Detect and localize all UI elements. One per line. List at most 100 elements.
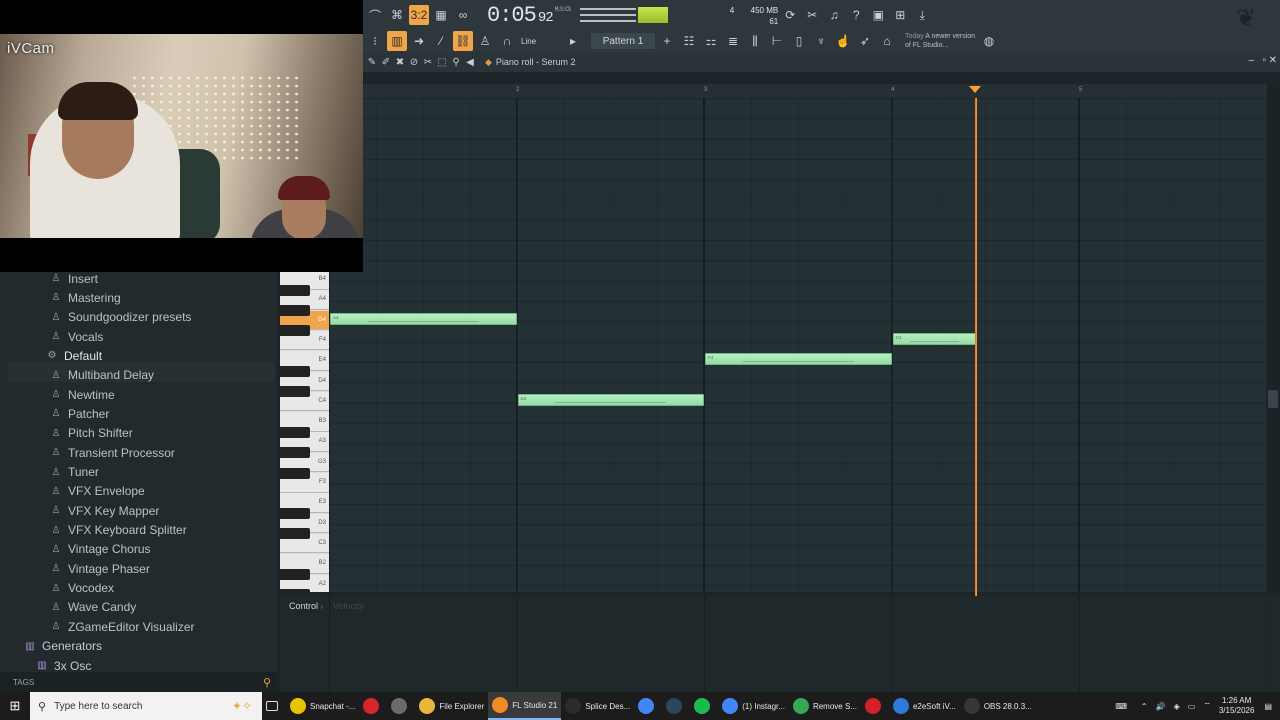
taskbar-app[interactable]: (1) Instagr... — [718, 692, 789, 720]
close-icon[interactable]: ✕ — [1269, 55, 1277, 66]
microphone-icon[interactable]: ♫ — [824, 5, 844, 25]
taskbar-app[interactable] — [359, 692, 387, 720]
windows-start-icon[interactable]: ⊞ — [0, 692, 30, 720]
refresh-icon[interactable]: ⟳ — [780, 5, 800, 25]
midi-note[interactable]: G4 — [892, 333, 976, 346]
browser-item[interactable]: ♙ Vocals — [50, 327, 104, 346]
vertical-scrollbar[interactable] — [1267, 84, 1280, 592]
piano-key-black[interactable] — [280, 305, 310, 317]
volume-icon[interactable]: 🔊 — [1156, 702, 1166, 711]
step-edit-icon[interactable]: ▦ — [431, 5, 451, 25]
snap-icon[interactable]: ∩ — [497, 31, 517, 51]
taskbar-app[interactable]: e2eSoft iV... — [889, 692, 960, 720]
piano-key-black[interactable] — [280, 366, 310, 377]
browser-item[interactable]: ♙ VFX Keyboard Splitter — [50, 521, 187, 540]
piano-key-black[interactable] — [280, 426, 310, 438]
plugin-icon[interactable]: ⊞ — [890, 5, 910, 25]
save-icon[interactable]: ▣ — [868, 5, 888, 25]
notifications-icon[interactable]: ▤ — [1264, 702, 1272, 711]
select-tool-icon[interactable]: ⬚ — [435, 57, 449, 68]
wait-input-icon[interactable]: ⌘ — [387, 5, 407, 25]
browser-tree-icon[interactable]: ⊢ — [767, 31, 787, 51]
piano-key-black[interactable] — [280, 447, 310, 459]
playback-tool-icon[interactable]: ◀ — [463, 57, 477, 68]
delete-tool-icon[interactable]: ✖ — [393, 57, 407, 68]
song-time-display[interactable]: 0:05 92M:S:CS — [487, 3, 571, 28]
mute-tool-icon[interactable]: ⊘ — [407, 57, 421, 68]
taskbar-app[interactable] — [861, 692, 889, 720]
taskbar-app[interactable] — [634, 692, 662, 720]
minimize-icon[interactable]: – — [1248, 55, 1254, 66]
metronome-icon[interactable]: ⌒ — [365, 5, 385, 25]
arrow-icon[interactable]: ➜ — [409, 31, 429, 51]
taskbar-app[interactable]: Snapchat -... — [286, 692, 359, 720]
taskbar-app[interactable]: File Explorer — [415, 692, 488, 720]
control-selector[interactable]: Control › Velocity — [289, 601, 364, 611]
browser-item[interactable]: ♙ Mastering — [50, 288, 121, 307]
browser-item[interactable]: ♙ Wave Candy — [50, 598, 137, 617]
browser-item[interactable]: ♙ VFX Envelope — [50, 482, 145, 501]
channel-rack-icon[interactable]: ⚏ — [701, 31, 721, 51]
browser-item[interactable]: ♙ Vintage Phaser — [50, 559, 150, 578]
browser-item[interactable]: ♙ Soundgoodizer presets — [50, 308, 192, 327]
task-view-icon[interactable] — [262, 692, 286, 720]
touch-icon[interactable]: ☝ — [833, 31, 853, 51]
zoom-tool-icon[interactable]: ⚲ — [449, 57, 463, 68]
piano-roll-icon[interactable]: ▥ — [387, 31, 407, 51]
taskbar-search[interactable]: ⚲ Type here to search ✦✧ — [30, 692, 262, 720]
browser-item[interactable]: ♙ Newtime — [50, 385, 115, 404]
slice-tool-icon[interactable]: ✂ — [421, 57, 435, 68]
taskbar-app[interactable] — [387, 692, 415, 720]
midi-note[interactable]: A4 — [330, 312, 517, 325]
piano-key-black[interactable] — [280, 467, 310, 479]
menu-icon[interactable]: ⁝ — [365, 31, 385, 51]
stamp-icon[interactable]: ♙ — [475, 31, 495, 51]
snap-mode-label[interactable]: Line — [521, 37, 561, 46]
timeline-ruler[interactable]: 2 3 4 5 — [363, 84, 1267, 98]
add-pattern-icon[interactable]: + — [657, 31, 677, 51]
taskbar-app[interactable] — [662, 692, 690, 720]
network-icon[interactable]: ◈ — [1174, 702, 1180, 711]
clock[interactable]: 1:26 AM 3/15/2026 — [1219, 696, 1255, 716]
mixer-faders-icon[interactable]: ⫼ — [745, 31, 765, 51]
news-panel[interactable]: Today A newer version of FL Studio... — [905, 32, 977, 50]
browser-item[interactable]: ♙ ZGameEditor Visualizer — [50, 617, 195, 636]
search-icon[interactable]: ⚲ — [263, 676, 271, 689]
playlist-icon[interactable]: ☷ — [679, 31, 699, 51]
browser-item[interactable]: ♙ Tuner — [50, 463, 99, 482]
pencil-tool-icon[interactable]: ✎ — [365, 57, 379, 68]
keyboard-icon[interactable]: ⌨ — [1115, 702, 1127, 711]
paint-tool-icon[interactable]: ✐ — [379, 57, 393, 68]
piano-key-black[interactable] — [280, 569, 310, 580]
mixer-icon[interactable]: ≣ — [723, 31, 743, 51]
plug-icon[interactable]: ♆ — [811, 31, 831, 51]
browser-item[interactable]: ♙ Pitch Shifter — [50, 424, 133, 443]
note-grid[interactable] — [329, 98, 1267, 592]
midi-note[interactable]: F4 — [705, 353, 892, 366]
piano-key-black[interactable] — [280, 386, 310, 398]
shop-icon[interactable]: ⌂ — [877, 31, 897, 51]
piano-key-black[interactable] — [280, 528, 310, 540]
browser-item[interactable]: ♙ Transient Processor — [50, 443, 175, 462]
browser-item[interactable]: ♙ Multiband Delay — [50, 366, 155, 385]
taskbar-app[interactable] — [690, 692, 718, 720]
browser-item[interactable]: ♙ Vintage Chorus — [50, 540, 151, 559]
maximize-icon[interactable]: ▫ — [1262, 55, 1266, 66]
loop-record-icon[interactable]: ∞ — [453, 5, 473, 25]
browser-item[interactable]: ♙ Patcher — [50, 404, 110, 423]
piano-key-black[interactable] — [280, 284, 310, 296]
taskbar-app[interactable]: FL Studio 21 — [488, 692, 562, 720]
piano-key-black[interactable] — [280, 589, 310, 592]
feather-icon[interactable]: ➶ — [855, 31, 875, 51]
download-icon[interactable]: ⤓ — [912, 5, 932, 25]
globe-icon[interactable]: ◍ — [979, 31, 999, 51]
browser-item[interactable]: ⚙ Default — [46, 346, 103, 365]
battery-icon[interactable]: ▭ — [1188, 702, 1196, 711]
midi-note[interactable]: D4 — [517, 394, 704, 406]
countdown-icon[interactable]: 3:2 — [409, 5, 429, 25]
brush-icon[interactable]: ⁄ — [431, 31, 451, 51]
wifi-icon[interactable]: ⌔ — [1203, 701, 1211, 711]
play-small-icon[interactable]: ▸ — [563, 31, 583, 51]
taskbar-app[interactable]: Remove S... — [789, 692, 861, 720]
playhead-marker-icon[interactable] — [968, 86, 981, 93]
